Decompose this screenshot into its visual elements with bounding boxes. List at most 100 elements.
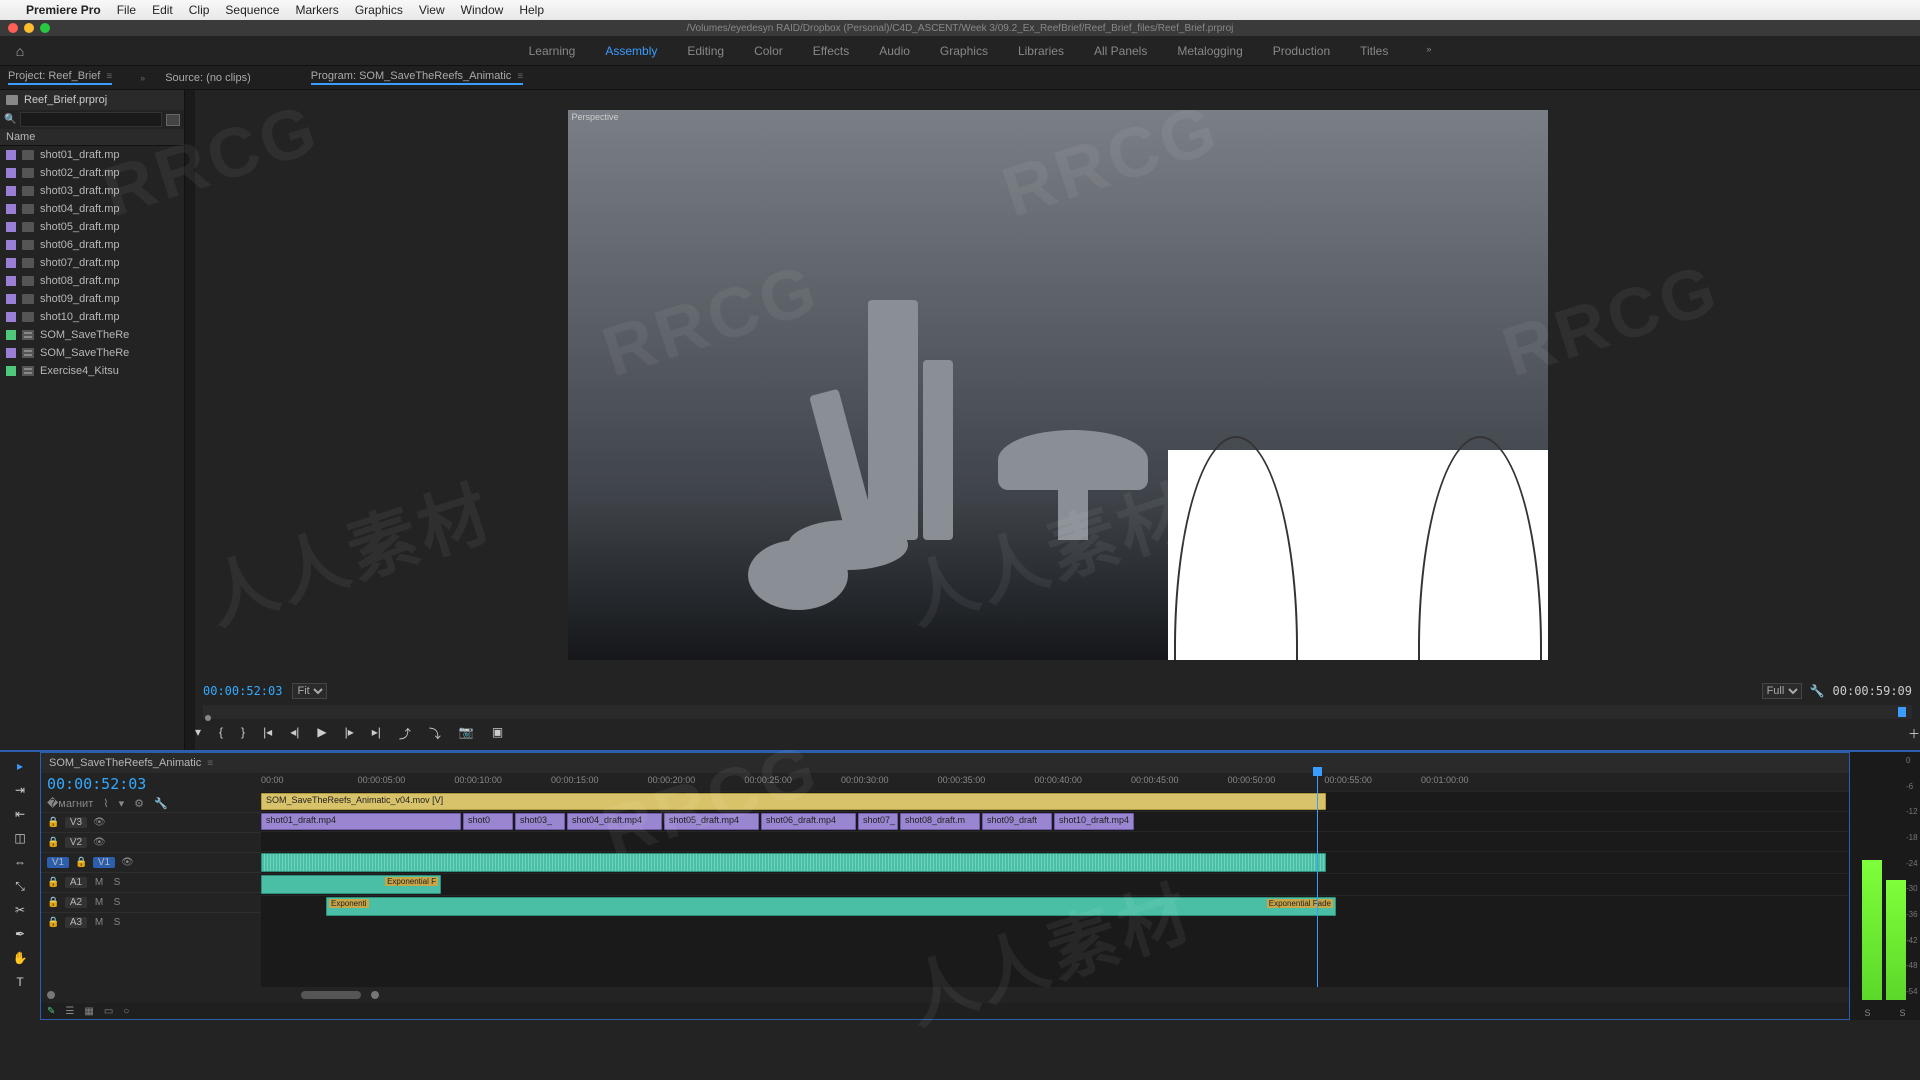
workspace-graphics[interactable]: Graphics: [940, 44, 988, 58]
timeline-timecode[interactable]: 00:00:52:03: [47, 775, 146, 793]
add-marker-icon[interactable]: ▾: [195, 725, 201, 742]
program-quality-select[interactable]: Full: [1762, 683, 1802, 699]
lock-icon[interactable]: 🔒: [75, 857, 87, 868]
project-col-name[interactable]: Name: [0, 129, 184, 146]
project-file-header[interactable]: Reef_Brief.prproj: [0, 90, 184, 110]
button-editor-icon[interactable]: ＋: [1908, 725, 1920, 742]
track-header-a2[interactable]: 🔒A2MS: [41, 892, 261, 912]
view-icon-icon[interactable]: ▦: [84, 1006, 93, 1017]
asset-row[interactable]: SOM_SaveTheRe: [0, 326, 184, 344]
asset-row[interactable]: shot06_draft.mp: [0, 236, 184, 254]
track-select-forward-icon[interactable]: ⇥: [12, 782, 28, 798]
timeline-clip[interactable]: Exponential F: [261, 875, 441, 894]
asset-row[interactable]: shot09_draft.mp: [0, 290, 184, 308]
program-scrubber[interactable]: [203, 705, 1912, 719]
project-search-input[interactable]: [20, 112, 162, 127]
program-zoom-select[interactable]: Fit: [292, 683, 327, 699]
asset-row[interactable]: SOM_SaveTheRe: [0, 344, 184, 362]
timeline-clip[interactable]: shot01_draft.mp4: [261, 813, 461, 830]
track-row-a2[interactable]: Exponential F: [261, 873, 1849, 895]
track-select-backward-icon[interactable]: ⇤: [12, 806, 28, 822]
track-row-a3[interactable]: ExponentiExponential Fade: [261, 895, 1849, 917]
asset-row[interactable]: shot10_draft.mp: [0, 308, 184, 326]
type-tool-icon[interactable]: T: [12, 974, 28, 990]
close-window-icon[interactable]: [8, 23, 18, 33]
workspace-overflow-icon[interactable]: »: [1426, 44, 1431, 58]
playhead[interactable]: [1317, 773, 1318, 987]
panel-overflow-icon[interactable]: »: [140, 73, 145, 83]
timeline-clip[interactable]: shot05_draft.mp4: [664, 813, 759, 830]
timeline-clip[interactable]: shot08_draft.m: [900, 813, 980, 830]
lock-icon[interactable]: 🔒: [47, 877, 59, 888]
asset-row[interactable]: shot02_draft.mp: [0, 164, 184, 182]
lock-icon[interactable]: 🔒: [47, 897, 59, 908]
workspace-editing[interactable]: Editing: [687, 44, 724, 58]
marker-icon[interactable]: ▾: [119, 797, 125, 810]
mark-out-icon[interactable]: }: [241, 725, 245, 742]
step-back-icon[interactable]: ◂|: [290, 725, 299, 742]
snap-toggle-icon[interactable]: ✎: [47, 1006, 55, 1017]
minimize-window-icon[interactable]: [24, 23, 34, 33]
asset-row[interactable]: shot08_draft.mp: [0, 272, 184, 290]
solo-left[interactable]: S: [1864, 1008, 1870, 1018]
rolling-edit-icon[interactable]: ⇔: [12, 854, 28, 870]
play-icon[interactable]: ▶: [317, 725, 326, 742]
comparison-view-icon[interactable]: ▣: [492, 725, 503, 742]
asset-row[interactable]: shot04_draft.mp: [0, 200, 184, 218]
settings-icon[interactable]: ⚙: [134, 797, 144, 810]
menu-file[interactable]: File: [117, 3, 136, 17]
toggle-output-icon[interactable]: 👁: [93, 817, 105, 828]
track-row-a1[interactable]: [261, 851, 1849, 873]
rate-stretch-icon[interactable]: ⤡: [12, 878, 28, 894]
timeline-clip[interactable]: shot09_draft: [982, 813, 1052, 830]
source-panel-tab[interactable]: Source: (no clips): [165, 72, 251, 84]
lift-icon[interactable]: ⤴: [399, 725, 411, 742]
solo-right[interactable]: S: [1899, 1008, 1905, 1018]
menu-edit[interactable]: Edit: [152, 3, 173, 17]
panel-menu-icon[interactable]: ≡: [517, 71, 523, 82]
track-row-v2[interactable]: shot01_draft.mp4shot0shot03_shot04_draft…: [261, 811, 1849, 831]
asset-row[interactable]: shot01_draft.mp: [0, 146, 184, 164]
view-list-icon[interactable]: ☰: [65, 1006, 74, 1017]
menu-clip[interactable]: Clip: [189, 3, 210, 17]
project-panel-tab[interactable]: Project: Reef_Brief ≡: [8, 70, 112, 85]
timeline-clip[interactable]: shot10_draft.mp4: [1054, 813, 1134, 830]
home-button[interactable]: ⌂: [0, 43, 40, 59]
workspace-color[interactable]: Color: [754, 44, 783, 58]
toggle-output-icon[interactable]: 👁: [93, 837, 105, 848]
panel-menu-icon[interactable]: ≡: [106, 71, 112, 82]
freeform-icon[interactable]: ▭: [104, 1006, 113, 1017]
track-header-a1[interactable]: 🔒A1MS: [41, 872, 261, 892]
track-header-v3[interactable]: 🔒V3👁: [41, 812, 261, 832]
export-frame-icon[interactable]: 📷: [459, 725, 474, 742]
workspace-assembly[interactable]: Assembly: [605, 44, 657, 58]
razor-tool-icon[interactable]: ✂: [12, 902, 28, 918]
timeline-clip[interactable]: shot07_: [858, 813, 898, 830]
wrench-icon[interactable]: 🔧: [154, 797, 168, 810]
timeline-clip[interactable]: SOM_SaveTheReefs_Animatic_v04.mov [V]: [261, 793, 1326, 810]
lock-icon[interactable]: 🔒: [47, 817, 59, 828]
maximize-window-icon[interactable]: [40, 23, 50, 33]
workspace-production[interactable]: Production: [1273, 44, 1330, 58]
menu-markers[interactable]: Markers: [295, 3, 338, 17]
asset-row[interactable]: shot05_draft.mp: [0, 218, 184, 236]
track-header-a3[interactable]: 🔒A3MS: [41, 912, 261, 932]
lock-icon[interactable]: 🔒: [47, 837, 59, 848]
selection-tool-icon[interactable]: ▸: [12, 758, 28, 774]
workspace-effects[interactable]: Effects: [813, 44, 849, 58]
asset-row[interactable]: shot03_draft.mp: [0, 182, 184, 200]
workspace-allpanels[interactable]: All Panels: [1094, 44, 1147, 58]
workspace-metalogging[interactable]: Metalogging: [1177, 44, 1242, 58]
step-forward-icon[interactable]: |▸: [345, 725, 354, 742]
workspace-audio[interactable]: Audio: [879, 44, 910, 58]
sort-icon[interactable]: ○: [123, 1006, 129, 1017]
toggle-output-icon[interactable]: 👁: [121, 857, 133, 868]
sequence-tab[interactable]: SOM_SaveTheReefs_Animatic ≡: [41, 753, 1849, 773]
workspace-learning[interactable]: Learning: [529, 44, 576, 58]
new-bin-icon[interactable]: [166, 114, 180, 126]
panel-menu-icon[interactable]: ≡: [207, 758, 213, 769]
menu-help[interactable]: Help: [519, 3, 544, 17]
workspace-libraries[interactable]: Libraries: [1018, 44, 1064, 58]
app-name[interactable]: Premiere Pro: [26, 3, 101, 17]
timeline-scrollbar[interactable]: [41, 987, 1849, 1003]
